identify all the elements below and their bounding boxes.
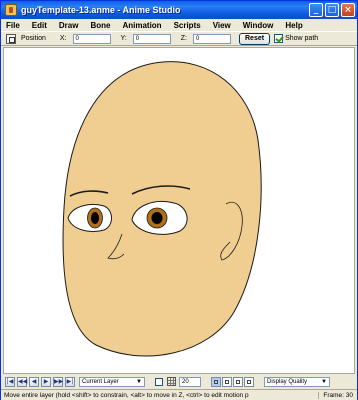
menu-bar: File Edit Draw Bone Animation Scripts Vi… — [1, 19, 357, 31]
menu-help[interactable]: Help — [285, 21, 302, 30]
view-split-horizontal-button[interactable] — [222, 376, 232, 387]
grid-size-input[interactable]: 20 — [179, 376, 201, 387]
view-single-button[interactable] — [211, 376, 221, 387]
x-label: X: — [59, 35, 67, 42]
menu-animation[interactable]: Animation — [122, 21, 161, 30]
window-title: guyTemplate-13.anme - Anime Studio — [21, 5, 181, 15]
grid-checkbox[interactable] — [155, 377, 163, 386]
close-button[interactable]: × — [341, 3, 355, 17]
maximize-button[interactable]: □ — [325, 3, 339, 17]
translate-layer-tool-icon — [6, 33, 16, 44]
play-button[interactable]: ▶ — [41, 376, 51, 387]
menu-scripts[interactable]: Scripts — [174, 21, 201, 30]
chevron-down-icon: ▼ — [321, 378, 327, 385]
status-message: Move entire layer (hold <shift> to const… — [4, 391, 249, 399]
position-label: Position — [21, 35, 46, 42]
menu-edit[interactable]: Edit — [32, 21, 47, 30]
menu-window[interactable]: Window — [243, 21, 274, 30]
minimize-button[interactable]: _ — [309, 3, 323, 17]
layer-select-value: Current Layer — [82, 378, 119, 385]
layer-select[interactable]: Current Layer ▼ — [79, 376, 145, 387]
quality-select[interactable]: Display Quality ▼ — [264, 376, 330, 387]
chevron-down-icon: ▼ — [136, 378, 142, 385]
right-pupil — [151, 212, 163, 224]
app-window: guyTemplate-13.anme - Anime Studio _ □ ×… — [0, 0, 358, 400]
reset-button[interactable]: Reset — [239, 32, 271, 45]
menu-view[interactable]: View — [213, 21, 231, 30]
app-icon — [5, 4, 17, 16]
show-path-label: Show path — [285, 35, 319, 42]
step-forward-fast-button[interactable]: ▶▶ — [53, 376, 63, 387]
character-drawing — [62, 61, 262, 357]
grid-icon — [167, 377, 176, 386]
forward-end-button[interactable]: ▶| — [65, 376, 75, 387]
frame-counter: Frame: 30 — [318, 391, 357, 399]
y-label: Y: — [120, 35, 127, 42]
drawing-canvas[interactable] — [3, 47, 355, 374]
menu-draw[interactable]: Draw — [59, 21, 79, 30]
x-input[interactable]: 0 — [72, 33, 111, 44]
tool-options-bar: Position X: 0 Y: 0 Z: 0 Reset Show path — [1, 31, 357, 46]
status-bar: Move entire layer (hold <shift> to const… — [1, 389, 357, 400]
z-label: Z: — [180, 35, 187, 42]
left-pupil — [91, 212, 99, 224]
view-quad-button[interactable] — [244, 376, 254, 387]
z-input[interactable]: 0 — [193, 33, 231, 44]
title-bar[interactable]: guyTemplate-13.anme - Anime Studio _ □ × — [1, 1, 357, 19]
step-back-fast-button[interactable]: ◀◀ — [17, 376, 27, 387]
rewind-start-button[interactable]: |◀ — [5, 376, 15, 387]
show-path-checkbox[interactable] — [274, 34, 284, 43]
quality-select-value: Display Quality — [267, 378, 308, 385]
step-back-button[interactable]: ◀ — [29, 376, 39, 387]
menu-bone[interactable]: Bone — [90, 21, 110, 30]
menu-file[interactable]: File — [6, 21, 20, 30]
y-input[interactable]: 0 — [132, 33, 171, 44]
playback-bar: |◀ ◀◀ ◀ ▶ ▶▶ ▶| Current Layer ▼ 20 Displ… — [1, 375, 357, 388]
view-split-vertical-button[interactable] — [233, 376, 243, 387]
